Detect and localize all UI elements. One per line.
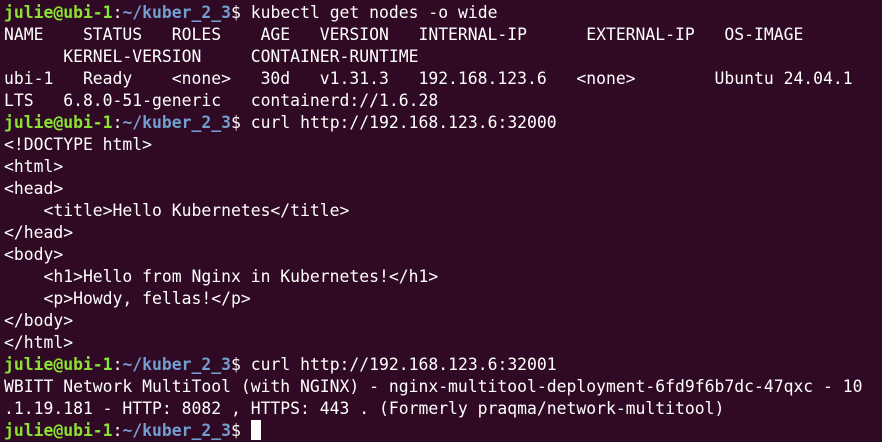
prompt-symbol: $: [231, 355, 251, 374]
prompt-symbol: $: [231, 421, 251, 440]
prompt-path: ~/kuber_2_3: [122, 421, 231, 440]
text-cursor: [250, 420, 261, 440]
output-line: </html>: [4, 333, 74, 352]
prompt-user-host: julie@ubi-1: [4, 113, 113, 132]
prompt-user-host: julie@ubi-1: [4, 355, 113, 374]
output-line: </head>: [4, 223, 74, 242]
prompt-path: ~/kuber_2_3: [122, 3, 231, 22]
prompt-path: ~/kuber_2_3: [122, 355, 231, 374]
prompt-line: julie@ubi-1:~/kuber_2_3$ kubectl get nod…: [4, 2, 882, 24]
prompt-user-host: julie@ubi-1: [4, 3, 113, 22]
output-line: <!DOCTYPE html>: [4, 135, 153, 154]
command-text: curl http://192.168.123.6:32000: [250, 113, 557, 132]
prompt-separator: :: [112, 421, 123, 440]
prompt-user-host: julie@ubi-1: [4, 421, 113, 440]
output-line: <head>: [4, 179, 64, 198]
terminal-window[interactable]: julie@ubi-1:~/kuber_2_3$ kubectl get nod…: [0, 0, 882, 442]
command-text: curl http://192.168.123.6:32001: [250, 355, 557, 374]
output-line: <body>: [4, 245, 64, 264]
prompt-separator: :: [112, 355, 123, 374]
output-line: ubi-1 Ready <none> 30d v1.31.3 192.168.1…: [4, 69, 853, 88]
output-line: <p>Howdy, fellas!</p>: [4, 289, 251, 308]
output-line: </body>: [4, 311, 74, 330]
prompt-line: julie@ubi-1:~/kuber_2_3$ curl http://192…: [4, 112, 882, 134]
prompt-separator: :: [112, 113, 123, 132]
output-line: WBITT Network MultiTool (with NGINX) - n…: [4, 377, 863, 396]
prompt-symbol: $: [231, 3, 251, 22]
prompt-line: julie@ubi-1:~/kuber_2_3$ curl http://192…: [4, 354, 882, 376]
output-line: LTS 6.8.0-51-generic containerd://1.6.28: [4, 91, 439, 110]
prompt-symbol: $: [231, 113, 251, 132]
output-line: KERNEL-VERSION CONTAINER-RUNTIME: [4, 47, 419, 66]
prompt-path: ~/kuber_2_3: [122, 113, 231, 132]
output-line: <title>Hello Kubernetes</title>: [4, 201, 350, 220]
prompt-separator: :: [112, 3, 123, 22]
output-line: .1.19.181 - HTTP: 8082 , HTTPS: 443 . (F…: [4, 399, 725, 418]
output-line: <h1>Hello from Nginx in Kubernetes!</h1>: [4, 267, 439, 286]
active-prompt-line[interactable]: julie@ubi-1:~/kuber_2_3$: [4, 420, 882, 442]
output-line: <html>: [4, 157, 64, 176]
command-text: kubectl get nodes -o wide: [250, 3, 498, 22]
output-line: NAME STATUS ROLES AGE VERSION INTERNAL-I…: [4, 25, 804, 44]
